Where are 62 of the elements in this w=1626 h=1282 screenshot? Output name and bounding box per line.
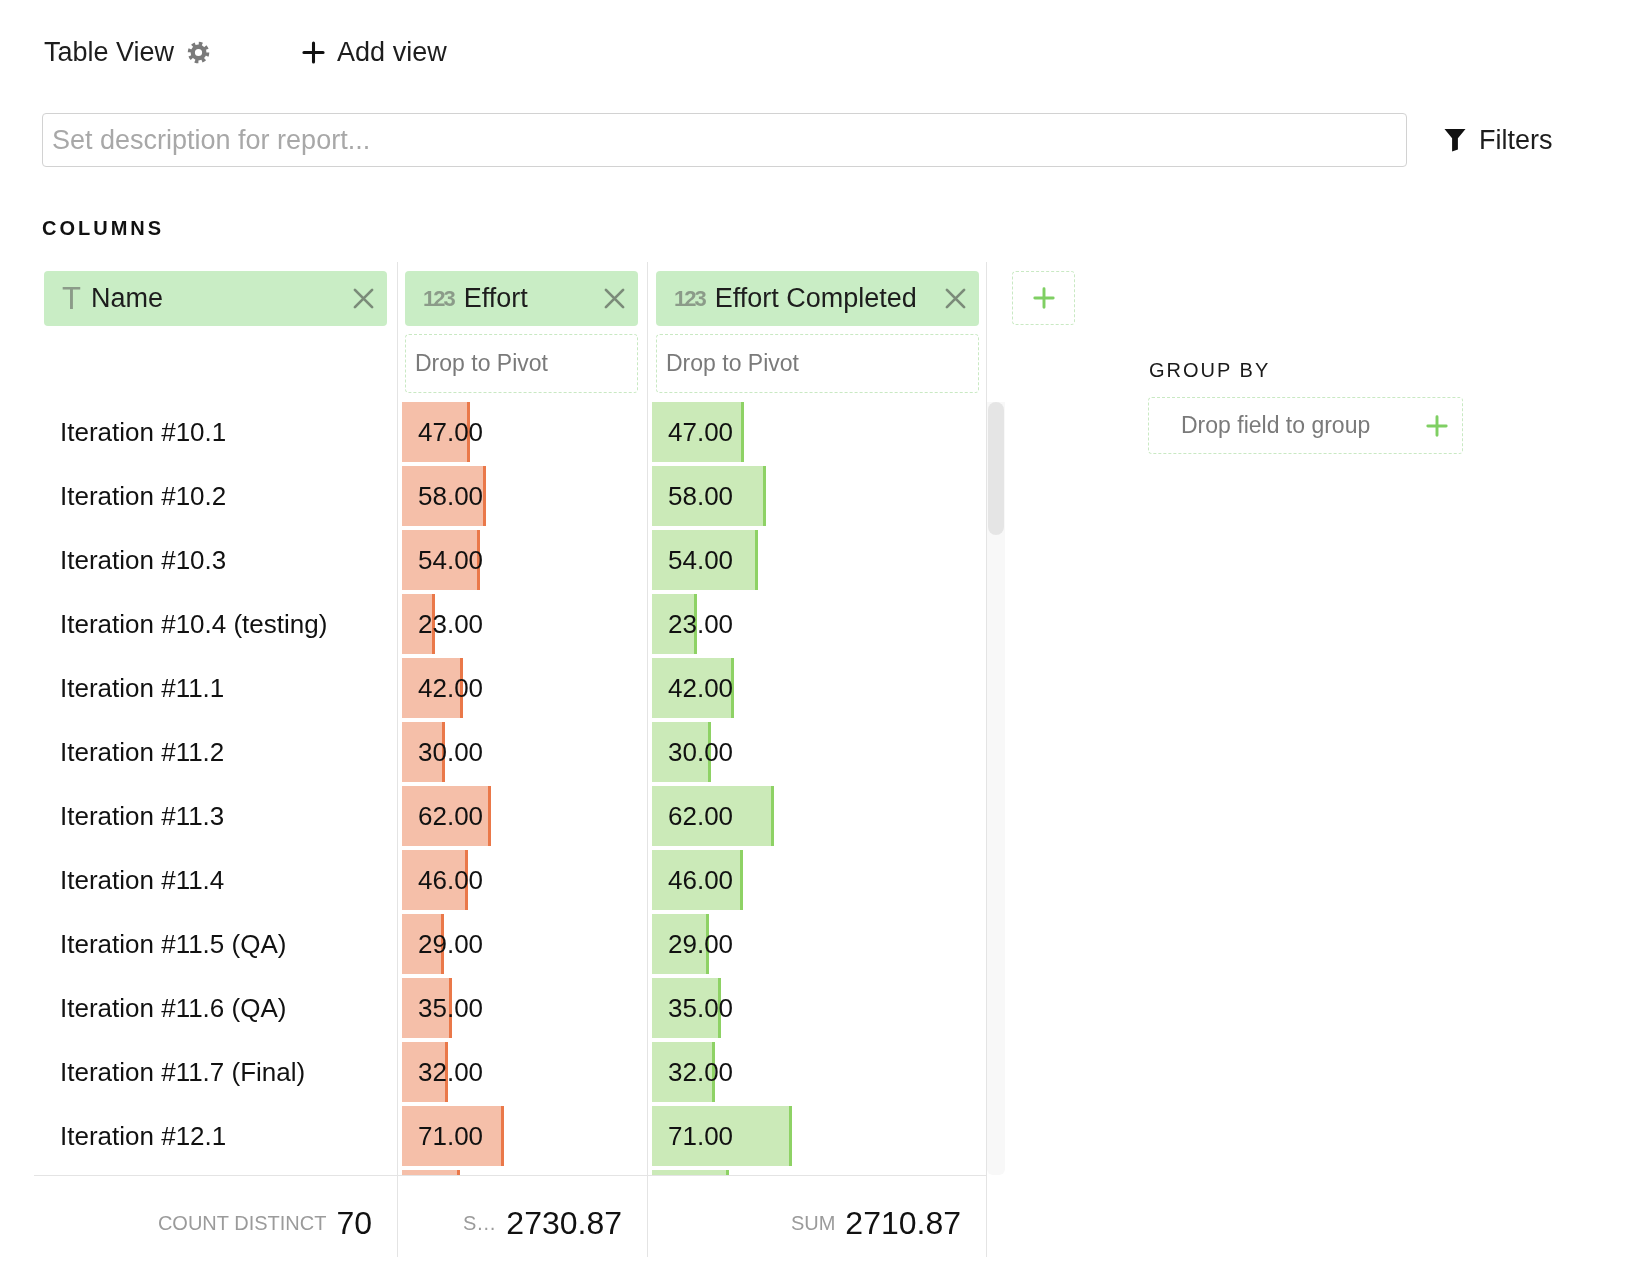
table-cell-text: Iteration #11.3 (60, 800, 225, 833)
table-cell-text: Iteration #11.5 (QA) (60, 928, 287, 961)
drop-hint: Drop field to group (1181, 411, 1371, 441)
column-chip[interactable]: 123 Effort (405, 271, 638, 326)
table-cell-text: Iteration #10.2 (60, 480, 227, 513)
cell-value: 71.00 (418, 1120, 484, 1153)
table-cell-text: Iteration #10.3 (60, 544, 227, 577)
pivot-drop-zone: Drop to Pivot (656, 334, 979, 393)
aggregate-label: SUM (790, 1212, 836, 1233)
number-type-icon: 123 (423, 287, 454, 310)
table-cell-text: Iteration #12.1 (60, 1120, 227, 1153)
cell-value: 62.00 (668, 800, 734, 833)
close-icon[interactable] (604, 288, 625, 309)
number-type-icon: 123 (674, 287, 705, 310)
plus-icon (302, 40, 326, 64)
table-cell-text: Iteration #11.7 (Final) (60, 1056, 306, 1089)
cell-value: 46.00 (668, 864, 734, 897)
pivot-drop-zone: Drop to Pivot (405, 334, 638, 393)
settings-icon[interactable] (187, 40, 211, 64)
cell-value: 29.00 (668, 928, 734, 961)
cell-value: 30.00 (668, 736, 734, 769)
filter-icon (1444, 128, 1466, 152)
close-icon[interactable] (353, 288, 374, 309)
table-cell-text: Iteration #11.2 (60, 736, 225, 769)
column-chip[interactable]: T Name (44, 271, 387, 326)
table-cell-text: Iteration #11.1 (60, 672, 225, 705)
cell-value: 71.00 (668, 1120, 734, 1153)
cell-value: 47.00 (668, 416, 734, 449)
cell-value: 54.00 (418, 544, 484, 577)
cell-value: 32.00 (668, 1056, 734, 1089)
aggregate-label: COUNT DISTINCT (157, 1212, 327, 1233)
cell-value: 54.00 (668, 544, 734, 577)
cell-value: 42.00 (668, 672, 734, 705)
cell-value: 47.00 (418, 416, 484, 449)
table-cell-text: Iteration #11.4 (60, 864, 225, 897)
plus-icon[interactable] (1426, 414, 1448, 437)
filters-button[interactable]: Filters (1444, 126, 1553, 154)
view-title[interactable]: Table View (44, 38, 175, 66)
table-cell-text: Iteration #10.1 (60, 416, 227, 449)
description-field[interactable]: Set description for report... (42, 113, 1407, 167)
aggregate-value: 2710.87 (845, 1206, 961, 1239)
close-icon[interactable] (945, 288, 966, 309)
text-type-icon: T (62, 283, 81, 314)
plus-icon (1032, 287, 1055, 309)
add-column-button[interactable] (1012, 271, 1075, 325)
table-cell-text: Iteration #10.4 (testing) (60, 608, 328, 641)
section-heading: GROUP BY (1149, 359, 1271, 381)
table-cell-text: Iteration #11.6 (QA) (60, 992, 287, 1025)
cell-value: 35.00 (668, 992, 734, 1025)
aggregate-value: 70 (336, 1206, 372, 1239)
cell-value: 58.00 (668, 480, 734, 513)
add-view-button[interactable]: Add view (302, 38, 447, 66)
section-heading: COLUMNS (42, 218, 165, 238)
cell-value: 62.00 (418, 800, 484, 833)
cell-value: 42.00 (418, 672, 484, 705)
cell-value: 35.00 (418, 992, 484, 1025)
column-chip[interactable]: 123 Effort Completed (656, 271, 979, 326)
cell-value: 58.00 (418, 480, 484, 513)
aggregate-value: 2730.87 (506, 1206, 622, 1239)
cell-value: 46.00 (418, 864, 484, 897)
scrollbar-thumb[interactable] (988, 402, 1004, 535)
aggregate-label: S… (463, 1212, 497, 1233)
